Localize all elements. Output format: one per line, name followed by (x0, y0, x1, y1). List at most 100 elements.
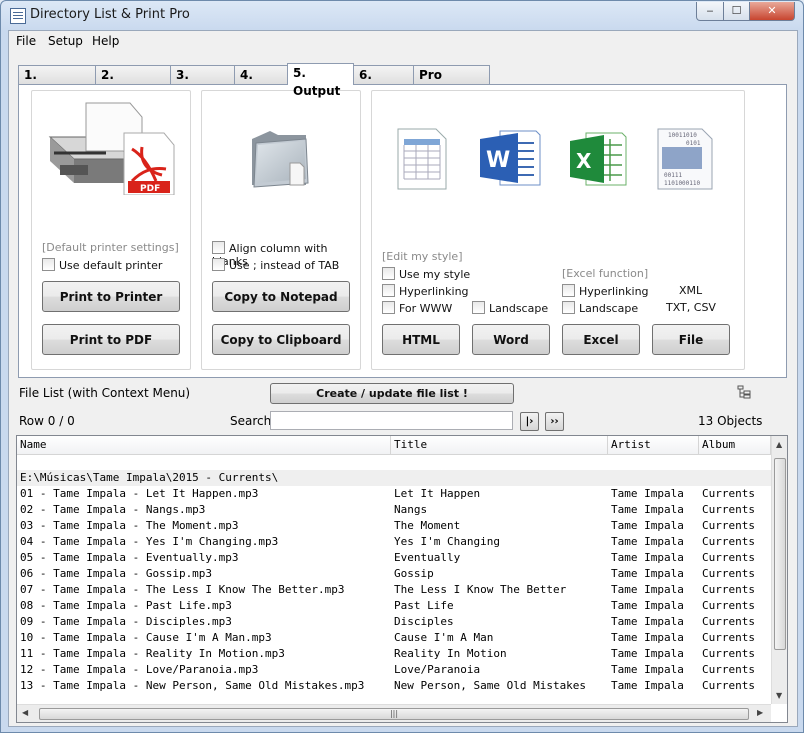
artist-cell: Tame Impala (611, 551, 684, 564)
title-cell: Cause I'm A Man (394, 631, 494, 644)
horizontal-scrollbar[interactable]: ◀ ||| ▶ (17, 704, 771, 722)
table-row[interactable]: 13 - Tame Impala - New Person, Same Old … (17, 678, 771, 694)
table-row[interactable]: 09 - Tame Impala - Disciples.mp3 Disciple… (17, 614, 771, 630)
checkbox-box[interactable] (382, 267, 395, 280)
table-row[interactable]: 07 - Tame Impala - The Less I Know The B… (17, 582, 771, 598)
title-cell: Disciples (394, 615, 454, 628)
row-counter: Row 0 / 0 (19, 414, 75, 428)
excel-function-link[interactable]: [Excel function] (562, 267, 648, 280)
checkbox-box[interactable] (382, 301, 395, 314)
table-row[interactable]: 06 - Tame Impala - Gossip.mp3 Gossip Tame … (17, 566, 771, 582)
word-landscape-checkbox[interactable]: Landscape (472, 301, 548, 315)
search-input[interactable] (270, 411, 513, 430)
file-name-cell: 07 - Tame Impala - The Less I Know The B… (20, 583, 345, 596)
scroll-down-icon[interactable]: ▼ (776, 691, 782, 700)
column-header-title[interactable]: Title (391, 436, 608, 454)
for-www-checkbox[interactable]: For WWW (382, 301, 452, 315)
title-cell: Yes I'm Changing (394, 535, 500, 548)
create-file-list-button[interactable]: Create / update file list ! (270, 383, 514, 404)
directory-row[interactable]: E:\Músicas\Tame Impala\2015 - Currents\ (17, 470, 771, 486)
table-row[interactable]: 11 - Tame Impala - Reality In Motion.mp3… (17, 646, 771, 662)
html-button[interactable]: HTML (382, 324, 460, 355)
excel-hyperlinking-label: Hyperlinking (579, 285, 649, 298)
table-row[interactable]: 03 - Tame Impala - The Moment.mp3 The Mom… (17, 518, 771, 534)
maximize-button[interactable]: ☐ (723, 2, 750, 21)
album-cell: Currents (702, 631, 755, 644)
column-header-album[interactable]: Album (699, 436, 771, 454)
print-to-pdf-button[interactable]: Print to PDF (42, 324, 180, 355)
horizontal-scroll-thumb[interactable]: ||| (39, 708, 749, 720)
tab-display[interactable]: 3. Display (170, 65, 235, 100)
file-name-cell: 09 - Tame Impala - Disciples.mp3 (20, 615, 232, 628)
menu-file[interactable]: File (16, 34, 36, 48)
album-cell: Currents (702, 535, 755, 548)
copy-to-notepad-button[interactable]: Copy to Notepad (212, 281, 350, 312)
menu-setup[interactable]: Setup (48, 34, 83, 48)
tab-action[interactable]: 6. Action (353, 65, 414, 100)
title-cell: Gossip (394, 567, 434, 580)
file-button[interactable]: File (652, 324, 730, 355)
scroll-up-icon[interactable]: ▲ (776, 440, 782, 449)
artist-cell: Tame Impala (611, 615, 684, 628)
title-cell: Love/Paranoia (394, 663, 481, 676)
close-button[interactable]: ✕ (749, 2, 795, 21)
column-header-name[interactable]: Name (17, 436, 391, 454)
tree-view-icon[interactable] (737, 385, 751, 399)
directory-path: E:\Músicas\Tame Impala\2015 - Currents\ (20, 471, 279, 484)
column-header-artist[interactable]: Artist (608, 436, 699, 454)
checkbox-box[interactable] (472, 301, 485, 314)
excel-landscape-checkbox[interactable]: Landscape (562, 301, 638, 315)
pdf-label: PDF (140, 184, 160, 194)
title-bar[interactable]: Directory List & Print Pro ‒ ☐ ✕ (1, 1, 803, 30)
checkbox-box[interactable] (212, 258, 225, 271)
checkbox-box[interactable] (212, 241, 225, 254)
file-name-cell: 02 - Tame Impala - Nangs.mp3 (20, 503, 206, 516)
table-row[interactable]: 02 - Tame Impala - Nangs.mp3 Nangs Tame Im… (17, 502, 771, 518)
table-row[interactable]: 10 - Tame Impala - Cause I'm A Man.mp3 Ca… (17, 630, 771, 646)
tab-pro-license[interactable]: Pro License (413, 65, 490, 100)
use-default-printer-checkbox[interactable]: Use default printer (42, 258, 162, 272)
album-cell: Currents (702, 663, 755, 676)
table-row[interactable]: 04 - Tame Impala - Yes I'm Changing.mp3 Y… (17, 534, 771, 550)
artist-cell: Tame Impala (611, 631, 684, 644)
use-semicolon-checkbox[interactable]: Use ; instead of TAB (212, 258, 339, 272)
scroll-right-icon[interactable]: ▶ (757, 708, 763, 717)
checkbox-box[interactable] (562, 301, 575, 314)
tab-columns[interactable]: 2. Columns (95, 65, 171, 100)
hyperlinking-checkbox[interactable]: Hyperlinking (382, 284, 469, 298)
excel-hyperlinking-checkbox[interactable]: Hyperlinking (562, 284, 649, 298)
table-row[interactable]: 12 - Tame Impala - Love/Paranoia.mp3 Love… (17, 662, 771, 678)
table-row[interactable]: 08 - Tame Impala - Past Life.mp3 Past Lif… (17, 598, 771, 614)
vertical-scrollbar[interactable]: ▲ ▼ (771, 436, 787, 704)
scroll-left-icon[interactable]: ◀ (22, 708, 28, 717)
checkbox-box[interactable] (382, 284, 395, 297)
app-list-icon (10, 8, 26, 24)
window-title: Directory List & Print Pro (30, 7, 190, 22)
vertical-scroll-thumb[interactable] (774, 458, 786, 650)
edit-my-style-link[interactable]: [Edit my style] (382, 250, 462, 263)
use-my-style-checkbox[interactable]: Use my style (382, 267, 470, 281)
word-button[interactable]: Word (472, 324, 550, 355)
find-all-button[interactable]: ›› (545, 412, 564, 431)
tab-output[interactable]: 5. Output (287, 63, 354, 98)
tab-filter[interactable]: 4. Filter (234, 65, 288, 100)
table-row[interactable]: 05 - Tame Impala - Eventually.mp3 Eventua… (17, 550, 771, 566)
tab-directory[interactable]: 1. Directory (18, 65, 96, 100)
default-printer-hint: [Default printer settings] (42, 241, 179, 254)
file-name-cell: 03 - Tame Impala - The Moment.mp3 (20, 519, 239, 532)
xml-label: XML (679, 284, 703, 297)
artist-cell: Tame Impala (611, 663, 684, 676)
minimize-button[interactable]: ‒ (696, 2, 724, 21)
excel-button[interactable]: Excel (562, 324, 640, 355)
copy-to-clipboard-button[interactable]: Copy to Clipboard (212, 324, 350, 355)
copy-group: Align column with blanks Use ; instead o… (201, 90, 361, 370)
checkbox-box[interactable] (42, 258, 55, 271)
title-cell: The Less I Know The Better (394, 583, 567, 596)
print-to-printer-button[interactable]: Print to Printer (42, 281, 180, 312)
menu-help[interactable]: Help (92, 34, 119, 48)
svg-text:00111: 00111 (664, 172, 682, 179)
artist-cell: Tame Impala (611, 583, 684, 596)
checkbox-box[interactable] (562, 284, 575, 297)
find-next-button[interactable]: |› (520, 412, 539, 431)
table-row[interactable]: 01 - Tame Impala - Let It Happen.mp3 Let … (17, 486, 771, 502)
